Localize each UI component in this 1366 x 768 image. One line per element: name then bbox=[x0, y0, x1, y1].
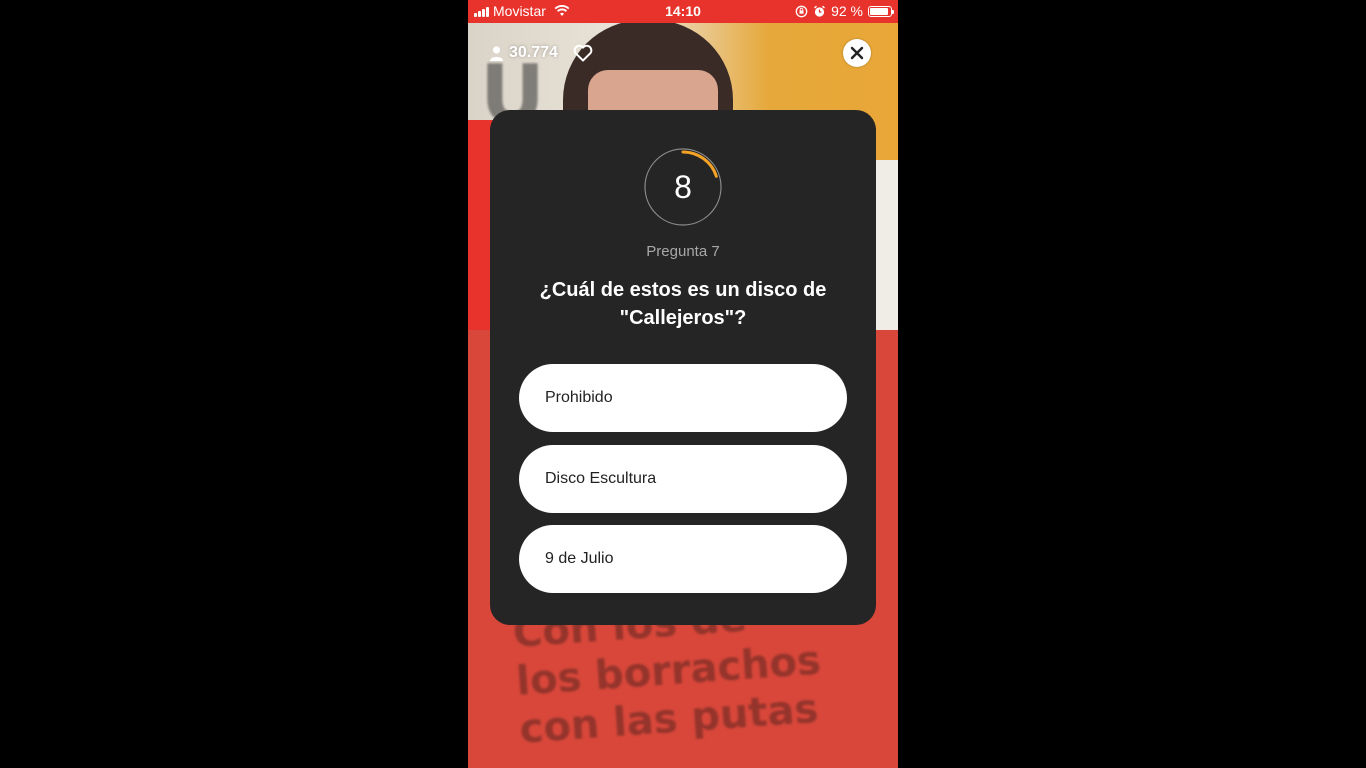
question-number: Pregunta 7 bbox=[646, 243, 720, 260]
person-icon bbox=[490, 45, 503, 61]
answer-option[interactable]: Prohibido bbox=[519, 364, 847, 432]
status-right: 92 % bbox=[795, 3, 894, 19]
close-button[interactable] bbox=[843, 39, 871, 67]
battery-percent: 92 % bbox=[831, 3, 863, 19]
battery-icon bbox=[868, 5, 894, 17]
answer-label: Disco Escultura bbox=[545, 470, 657, 487]
answer-label: 9 de Julio bbox=[545, 550, 614, 567]
question-text: ¿Cuál de estos es un disco de "Callejero… bbox=[539, 279, 827, 329]
countdown-timer: 8 bbox=[642, 146, 724, 228]
answer-option[interactable]: Disco Escultura bbox=[519, 445, 847, 513]
answer-option[interactable]: 9 de Julio bbox=[519, 525, 847, 593]
answer-label: Prohibido bbox=[545, 389, 613, 406]
status-bar: Movistar 14:10 92 % bbox=[468, 0, 898, 23]
orientation-lock-icon bbox=[795, 5, 808, 17]
alarm-icon bbox=[814, 5, 826, 17]
heart-icon[interactable] bbox=[573, 44, 593, 62]
viewer-count-badge: 30.774 bbox=[490, 44, 558, 62]
battery-fill bbox=[870, 7, 889, 15]
viewer-count: 30.774 bbox=[509, 44, 558, 61]
question-card: 8 Pregunta 7 ¿Cuál de estos es un disco … bbox=[490, 110, 876, 625]
timer-value: 8 bbox=[674, 168, 692, 205]
close-icon bbox=[850, 46, 864, 60]
phone-screen: U Con los de los borrachos con las putas… bbox=[468, 0, 898, 768]
